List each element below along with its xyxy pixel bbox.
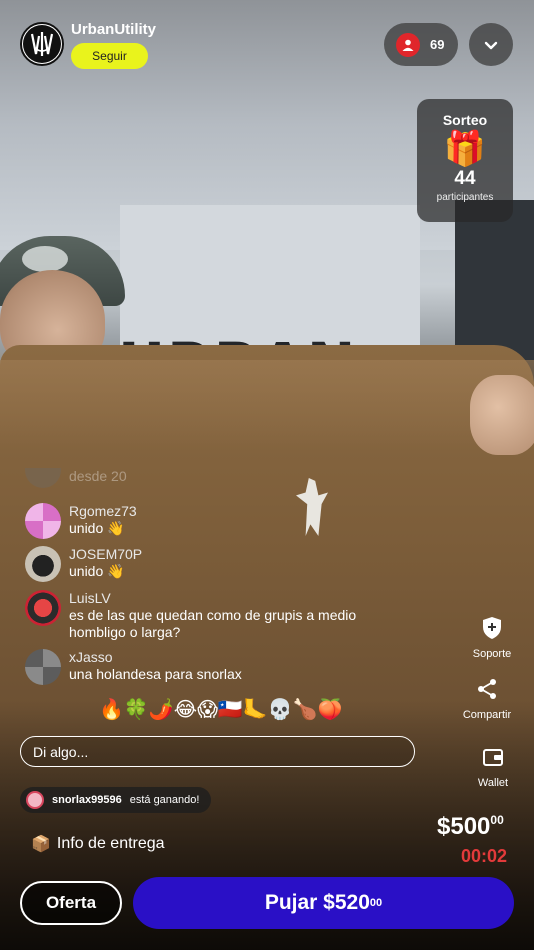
host-name[interactable]: UrbanUtility [71,21,156,38]
video-hand [470,375,534,455]
support-label: Soporte [472,648,512,660]
logo-avatar-icon [23,25,61,63]
giveaway-title: Sorteo [442,112,488,128]
package-icon: 📦 [31,836,51,853]
delivery-info-label: Info de entrega [56,835,165,852]
chat-avatar [25,468,61,488]
live-stream-screen: URBAN UrbanUtility Seguir 69 Sorteo 🎁 44… [0,0,534,950]
chat-username[interactable]: xJasso [69,649,242,666]
chat-message: desde 20 [25,468,127,488]
chat-message: JOSEM70P unido 👋 [25,546,142,582]
chat-avatar [25,649,61,685]
collapse-menu-button[interactable] [469,23,513,66]
giveaway-card[interactable]: Sorteo 🎁 44 participantes [417,99,513,222]
host-avatar[interactable] [20,22,64,66]
chat-avatar [25,503,61,539]
chat-message: Rgomez73 unido 👋 [25,503,137,539]
chat-username[interactable]: Rgomez73 [69,503,137,520]
winner-status-text: está ganando! [129,794,200,806]
winner-username: snorlax99596 [52,794,122,806]
viewer-count: 69 [430,37,445,52]
chat-username[interactable]: JOSEM70P [69,546,142,563]
chat-message: xJasso una holandesa para snorlax [25,649,242,685]
support-button[interactable]: Soporte [457,614,527,660]
reaction-emoji-bar[interactable]: 🔥🍀🌶️😂😱🇨🇱🦶💀🍗🍑 [99,697,342,722]
delivery-info-link[interactable]: 📦 Info de entrega [31,834,165,854]
video-cap-logo [22,246,68,272]
giveaway-participant-count: 44 [454,168,476,189]
wallet-icon [479,743,507,771]
viewer-count-pill[interactable]: 69 [384,23,458,66]
video-shirt-fold [0,360,534,450]
chat-message-text: una holandesa para snorlax [69,666,242,682]
winner-avatar [26,791,44,809]
chat-username[interactable]: LuisLV [69,590,395,607]
chat-avatar [25,546,61,582]
chat-message-text: unido 👋 [69,520,125,536]
wallet-button[interactable]: Wallet [458,743,528,789]
chat-avatar [25,590,61,626]
shield-plus-icon [478,614,506,642]
chevron-down-icon [484,41,498,49]
place-bid-button[interactable]: Pujar $520 00 [133,877,514,929]
user-icon [396,32,420,57]
current-price: $50000 [437,813,504,840]
chat-message-text: es de las que quedan como de grupis a me… [69,607,357,640]
winning-bidder-badge: snorlax99596 está ganando! [20,787,212,813]
share-label: Compartir [462,709,512,721]
follow-button[interactable]: Seguir [71,43,148,69]
offer-button[interactable]: Oferta [20,881,122,925]
auction-timer: 00:02 [461,846,508,866]
chat-message-text: unido 👋 [69,563,125,579]
giveaway-participant-label: participantes [436,192,494,203]
gift-icon: 🎁 [443,130,487,168]
wallet-label: Wallet [477,777,509,789]
comment-input[interactable]: Di algo... [20,736,415,767]
chat-message-text: desde 20 [69,468,127,484]
share-icon [473,675,501,703]
chat-message: LuisLV es de las que quedan como de grup… [25,590,395,641]
share-button[interactable]: Compartir [452,675,522,721]
